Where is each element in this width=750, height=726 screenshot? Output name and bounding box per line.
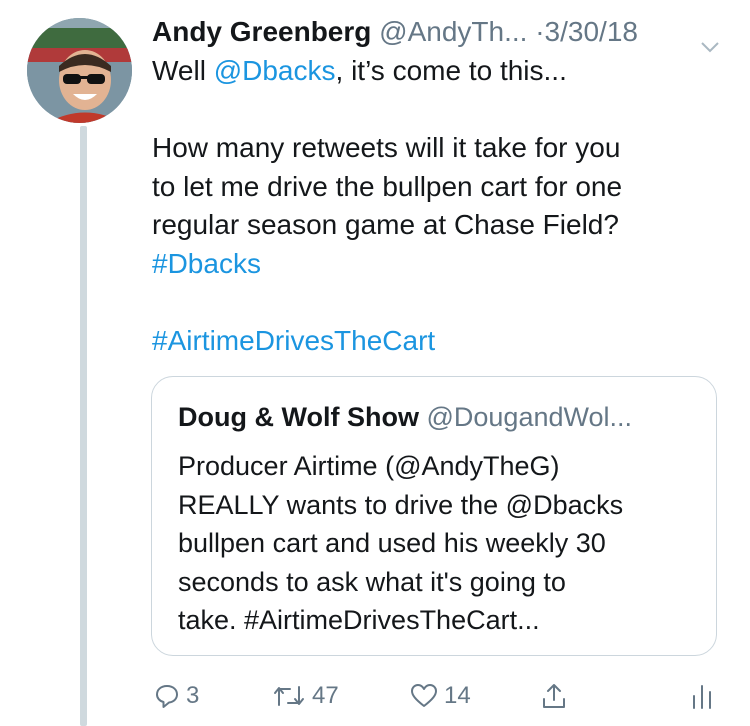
author-handle[interactable]: @AndyTh... (379, 16, 527, 47)
tweet-line: to let me drive the bullpen cart for one (152, 170, 623, 202)
separator: · (535, 16, 545, 47)
tweet-line: How many retweets will it take for you (152, 132, 621, 164)
tweet-line: Well @Dbacks, it’s come to this... (152, 52, 737, 91)
author-name[interactable]: Andy Greenberg (152, 16, 371, 47)
mention-link[interactable]: @Dbacks (214, 55, 336, 86)
share-button[interactable] (540, 676, 568, 716)
tweet-text: , it’s come to this... (335, 55, 567, 86)
quoted-author-handle: @DougandWol... (426, 402, 633, 432)
quoted-line: REALLY wants to drive the @Dbacks (178, 489, 624, 520)
tweet-header: Andy Greenberg @AndyTh... ·3/30/18 (152, 12, 732, 53)
quoted-line: Producer Airtime (@AndyTheG) (178, 451, 560, 481)
tweet-line: regular season game at Chase Field? (152, 209, 619, 241)
avatar[interactable] (27, 18, 132, 123)
retweet-icon (272, 683, 306, 709)
hashtag-link[interactable]: #Dbacks (152, 248, 261, 279)
reply-button[interactable]: 3 (154, 676, 199, 716)
quoted-line: take. #AirtimeDrivesTheCart... (178, 605, 540, 635)
heart-icon (410, 683, 438, 709)
quoted-line: seconds to ask what it's going to (178, 566, 566, 597)
quoted-tweet-header: Doug & Wolf Show @DougandWol... (178, 399, 632, 435)
tweet-text: Well (152, 55, 214, 86)
retweet-count: 47 (312, 682, 339, 709)
tweet-body: Well @Dbacks, it’s come to this... How m… (152, 52, 737, 361)
share-icon (540, 682, 568, 710)
tweet-date[interactable]: 3/30/18 (545, 16, 638, 47)
quoted-tweet-text: Producer Airtime (@AndyTheG) REALLY want… (178, 447, 698, 640)
quoted-tweet-card[interactable]: Doug & Wolf Show @DougandWol... Producer… (151, 376, 717, 656)
like-count: 14 (444, 682, 471, 709)
analytics-icon (690, 682, 714, 710)
reply-count: 3 (186, 682, 200, 709)
like-button[interactable]: 14 (410, 676, 471, 716)
quoted-author-name: Doug & Wolf Show (178, 402, 419, 432)
hashtag-link[interactable]: #AirtimeDrivesTheCart (152, 325, 435, 356)
analytics-button[interactable] (690, 676, 714, 716)
quoted-line: bullpen cart and used his weekly 30 (178, 528, 606, 558)
reply-icon (154, 683, 180, 709)
retweet-button[interactable]: 47 (272, 676, 339, 716)
tweet-actions: 3 47 14 (150, 676, 720, 716)
chevron-down-icon[interactable] (700, 25, 720, 53)
thread-connector-line (80, 126, 87, 726)
